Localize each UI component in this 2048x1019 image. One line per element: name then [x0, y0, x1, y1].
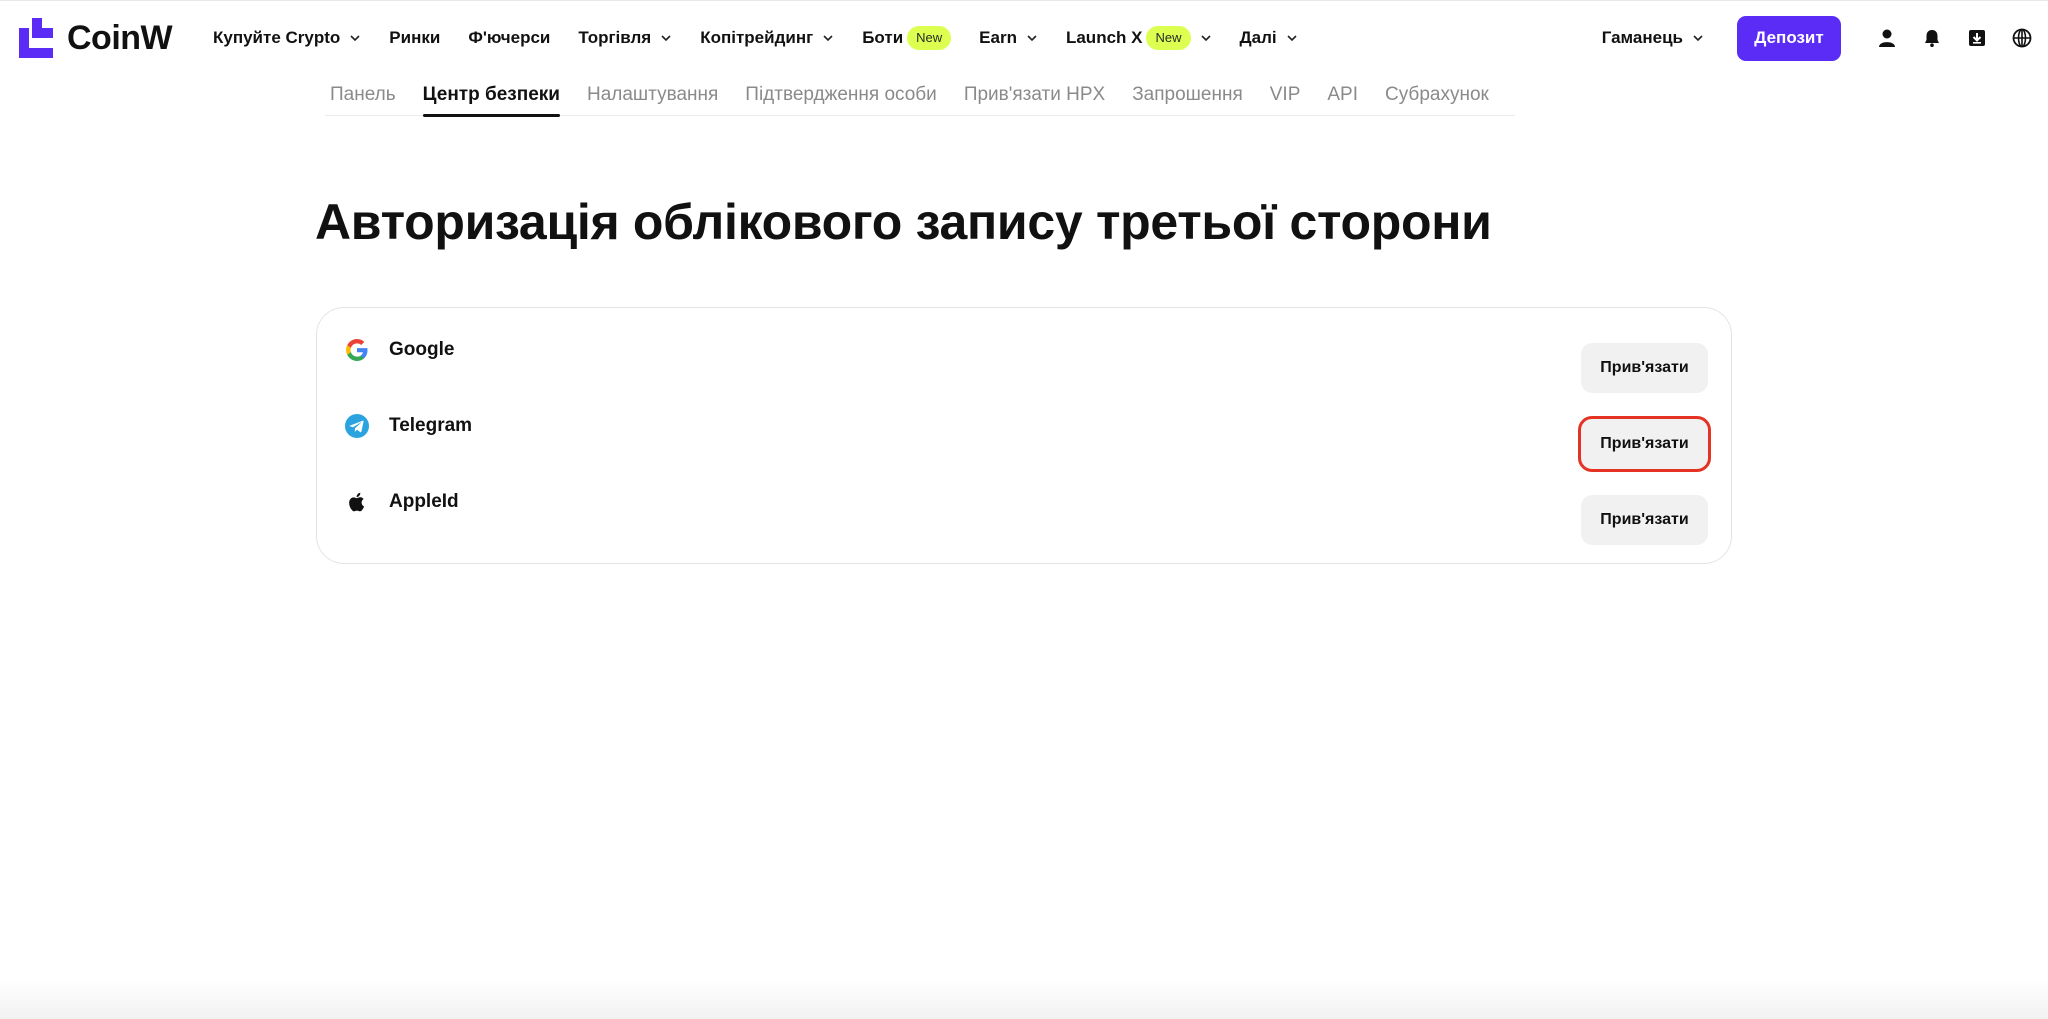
nav-item-label: Ф'ючерси: [468, 28, 551, 47]
nav-item-2[interactable]: Ф'ючерси: [468, 28, 550, 48]
nav-item-label: Купуйте Crypto: [213, 28, 341, 47]
subtab-3[interactable]: Підтвердження особи: [745, 80, 937, 116]
subtab-4[interactable]: Прив'язати HPX: [964, 80, 1105, 116]
bottom-shadow: [0, 979, 2048, 1019]
nav-item-label: Торгівля: [578, 28, 652, 47]
nav-item-label: Earn: [979, 28, 1017, 47]
top-navigation-bar: CoinW Купуйте Crypto Ринки Ф'ючерси Торгівл…: [0, 0, 2048, 74]
nav-item-label: Далі: [1239, 28, 1277, 47]
bind-appleid-button[interactable]: Прив'язати: [1581, 495, 1708, 545]
bell-icon[interactable]: [1909, 16, 1954, 61]
bind-telegram-button[interactable]: Прив'язати: [1578, 416, 1711, 472]
bind-google-button[interactable]: Прив'язати: [1581, 343, 1708, 393]
account-name: Google: [389, 339, 455, 360]
account-name: AppleId: [389, 491, 459, 512]
chevron-down-icon: [823, 35, 833, 42]
account-row-google: Google Прив'язати: [317, 327, 1731, 393]
chevron-down-icon: [1027, 35, 1037, 42]
new-badge: New: [1146, 26, 1191, 50]
nav-item-label: Launch X: [1065, 28, 1143, 47]
subtab-5[interactable]: Запрошення: [1132, 80, 1243, 116]
chevron-down-icon: [1200, 35, 1211, 42]
wallet-menu[interactable]: Гаманець: [1602, 28, 1704, 48]
globe-icon[interactable]: [1999, 16, 2044, 61]
nav-item-label: Копітрейдинг: [700, 28, 814, 47]
chevron-down-icon: [350, 35, 360, 42]
wallet-label: Гаманець: [1601, 28, 1683, 47]
page-title: Авторизація облікового запису третьої ст…: [315, 194, 1492, 250]
user-icon[interactable]: [1864, 16, 1909, 61]
coinw-logo-icon: [19, 18, 53, 58]
telegram-icon: [344, 413, 370, 439]
subtab-7[interactable]: API: [1327, 80, 1358, 116]
chevron-down-icon: [1287, 35, 1297, 42]
subtab-6[interactable]: VIP: [1270, 80, 1301, 116]
account-subtabs: Панель Центр безпеки Налаштування Підтвердж…: [325, 80, 1515, 117]
nav-item-7[interactable]: Launch X New: [1066, 26, 1212, 50]
header-tools: Гаманець Депозит: [1602, 1, 2048, 75]
nav-item-3[interactable]: Торгівля: [578, 28, 672, 48]
new-badge: New: [907, 26, 952, 50]
nav-item-4[interactable]: Копітрейдинг: [700, 28, 834, 48]
deposit-button[interactable]: Депозит: [1737, 15, 1841, 61]
nav-item-5[interactable]: Боти New: [862, 26, 952, 50]
account-row-appleid: AppleId Прив'язати: [317, 479, 1731, 545]
subtab-1[interactable]: Центр безпеки: [422, 80, 561, 117]
download-icon[interactable]: [1954, 16, 1999, 61]
main-nav: Купуйте Crypto Ринки Ф'ючерси Торгівля Копіт…: [213, 1, 1326, 75]
nav-item-6[interactable]: Earn: [979, 28, 1038, 48]
nav-item-1[interactable]: Ринки: [389, 28, 440, 48]
chevron-down-icon: [1693, 35, 1703, 42]
logo-text: CoinW: [67, 18, 173, 57]
nav-item-label: Ринки: [389, 28, 441, 47]
nav-item-label: Боти: [862, 28, 904, 47]
third-party-accounts-card: Google Прив'язати Telegram Прив'язати AppleI…: [316, 307, 1732, 564]
account-row-telegram: Telegram Прив'язати: [317, 403, 1731, 472]
subtab-8[interactable]: Субрахунок: [1385, 80, 1489, 116]
nav-item-0[interactable]: Купуйте Crypto: [213, 28, 361, 48]
coinw-logo[interactable]: CoinW: [19, 18, 173, 58]
nav-item-8[interactable]: Далі: [1240, 28, 1298, 48]
subtab-0[interactable]: Панель: [330, 80, 396, 116]
chevron-down-icon: [661, 35, 671, 42]
account-name: Telegram: [389, 415, 473, 436]
google-icon: [344, 337, 370, 363]
apple-icon: [344, 489, 370, 515]
subtab-2[interactable]: Налаштування: [587, 80, 718, 116]
